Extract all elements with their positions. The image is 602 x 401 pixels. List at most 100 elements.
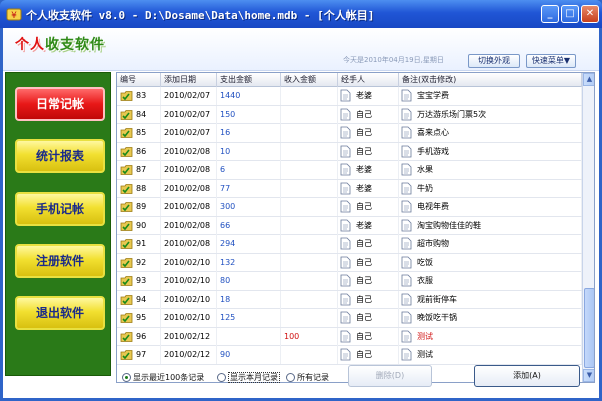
cell-date[interactable]: 2010/02/08 — [161, 179, 217, 198]
col-header-expense[interactable]: 支出金额 — [217, 73, 281, 87]
cell-note[interactable]: 晚饭吃干锅 — [414, 309, 582, 327]
cell-id[interactable]: 86 — [133, 142, 161, 161]
title-bar[interactable]: ¥ 个人收支软件 v8.0 - D:\Dosame\Data\home.mdb … — [0, 0, 602, 28]
cell-note[interactable]: 淘宝购物佳佳的鞋 — [414, 216, 582, 235]
nav-mobile-bookkeeping[interactable]: 手机记帐 — [15, 192, 105, 226]
cell-expense[interactable]: 294 — [217, 235, 281, 253]
cell-expense[interactable] — [217, 327, 281, 346]
cell-date[interactable]: 2010/02/08 — [161, 161, 217, 179]
cell-income[interactable] — [281, 253, 338, 272]
cell-expense[interactable]: 1440 — [217, 87, 281, 105]
cell-date[interactable]: 2010/02/10 — [161, 290, 217, 309]
cell-date[interactable]: 2010/02/08 — [161, 235, 217, 253]
table-row[interactable]: 89 2010/02/08 300 自己 电视年费 — [117, 198, 582, 217]
col-header-income[interactable]: 收入金额 — [281, 73, 338, 87]
cell-handler[interactable]: 自己 — [353, 142, 399, 161]
table-row[interactable]: 90 2010/02/08 66 老婆 淘宝购物佳佳的鞋 — [117, 216, 582, 235]
cell-expense[interactable]: 77 — [217, 179, 281, 198]
col-header-date[interactable]: 添加日期 — [161, 73, 217, 87]
cell-note[interactable]: 宝宝学费 — [414, 87, 582, 105]
scroll-up-arrow-icon[interactable]: ▲ — [583, 73, 594, 86]
cell-note[interactable]: 手机游戏 — [414, 142, 582, 161]
scroll-thumb[interactable] — [584, 288, 594, 368]
table-row[interactable]: 96 2010/02/12 100 自己 测试 — [117, 327, 582, 346]
cell-id[interactable]: 92 — [133, 253, 161, 272]
cell-handler[interactable]: 老婆 — [353, 161, 399, 179]
cell-handler[interactable]: 自己 — [353, 235, 399, 253]
col-header-note[interactable]: 备注(双击修改) — [399, 73, 582, 87]
cell-income[interactable] — [281, 105, 338, 124]
records-grid[interactable]: 编号 添加日期 支出金额 收入金额 经手人 备注(双击修改) 83 2010/02… — [116, 72, 595, 383]
vertical-scrollbar[interactable]: ▲ ▼ — [582, 73, 594, 382]
cell-handler[interactable]: 自己 — [353, 272, 399, 290]
cell-expense[interactable]: 150 — [217, 105, 281, 124]
cell-handler[interactable]: 自己 — [353, 253, 399, 272]
table-row[interactable]: 86 2010/02/08 10 自己 手机游戏 — [117, 142, 582, 161]
cell-expense[interactable]: 18 — [217, 290, 281, 309]
table-row[interactable]: 94 2010/02/10 18 自己 观前街停车 — [117, 290, 582, 309]
col-header-handler[interactable]: 经手人 — [338, 73, 399, 87]
cell-handler[interactable]: 老婆 — [353, 179, 399, 198]
add-button[interactable]: 添加(A) — [474, 365, 580, 387]
cell-note[interactable]: 衣服 — [414, 272, 582, 290]
cell-note[interactable]: 万达游乐场门票5次 — [414, 105, 582, 124]
cell-income[interactable] — [281, 161, 338, 179]
cell-id[interactable]: 91 — [133, 235, 161, 253]
cell-note[interactable]: 测试 — [414, 327, 582, 346]
table-row[interactable]: 95 2010/02/10 125 自己 晚饭吃干锅 — [117, 309, 582, 328]
cell-expense[interactable]: 132 — [217, 253, 281, 272]
radio-dot-selected[interactable] — [122, 373, 131, 382]
cell-note[interactable]: 超市购物 — [414, 235, 582, 253]
cell-income[interactable] — [281, 198, 338, 216]
cell-id[interactable]: 87 — [133, 161, 161, 179]
cell-id[interactable]: 95 — [133, 309, 161, 327]
table-row[interactable]: 88 2010/02/08 77 老婆 牛奶 — [117, 179, 582, 198]
nav-exit-software[interactable]: 退出软件 — [15, 296, 105, 330]
cell-note[interactable]: 观前街停车 — [414, 290, 582, 309]
cell-income[interactable] — [281, 142, 338, 161]
cell-date[interactable]: 2010/02/08 — [161, 198, 217, 216]
cell-expense[interactable]: 300 — [217, 198, 281, 216]
radio-all-records[interactable]: 所有记录 — [286, 372, 329, 383]
cell-income[interactable] — [281, 235, 338, 253]
col-header-id[interactable]: 编号 — [117, 73, 161, 87]
cell-note[interactable]: 喜来点心 — [414, 124, 582, 142]
cell-expense[interactable]: 6 — [217, 161, 281, 179]
cell-note[interactable]: 电视年费 — [414, 198, 582, 216]
close-button[interactable]: ✕ — [581, 5, 599, 23]
cell-income[interactable]: 100 — [281, 327, 338, 346]
quick-menu-button[interactable]: 快速菜单▼ — [526, 54, 576, 68]
cell-date[interactable]: 2010/02/08 — [161, 216, 217, 235]
table-row[interactable]: 83 2010/02/07 1440 老婆 宝宝学费 — [117, 87, 582, 106]
cell-date[interactable]: 2010/02/12 — [161, 327, 217, 346]
cell-handler[interactable]: 自己 — [353, 290, 399, 309]
cell-handler[interactable]: 自己 — [353, 327, 399, 346]
table-row[interactable]: 85 2010/02/07 16 自己 喜来点心 — [117, 124, 582, 143]
cell-expense[interactable]: 125 — [217, 309, 281, 327]
cell-date[interactable]: 2010/02/08 — [161, 142, 217, 161]
cell-id[interactable]: 89 — [133, 198, 161, 216]
radio-dot[interactable] — [286, 373, 295, 382]
cell-income[interactable] — [281, 290, 338, 309]
table-row[interactable]: 91 2010/02/08 294 自己 超市购物 — [117, 235, 582, 254]
table-row[interactable]: 84 2010/02/07 150 自己 万达游乐场门票5次 — [117, 105, 582, 124]
cell-handler[interactable]: 自己 — [353, 124, 399, 142]
cell-note[interactable]: 水果 — [414, 161, 582, 179]
cell-id[interactable]: 85 — [133, 124, 161, 142]
cell-income[interactable] — [281, 309, 338, 327]
table-row[interactable]: 87 2010/02/08 6 老婆 水果 — [117, 161, 582, 180]
cell-date[interactable]: 2010/02/07 — [161, 124, 217, 142]
cell-handler[interactable]: 老婆 — [353, 87, 399, 105]
maximize-button[interactable]: □ — [561, 5, 579, 23]
cell-handler[interactable]: 自己 — [353, 309, 399, 327]
nav-daily-bookkeeping[interactable]: 日常记帐 — [15, 87, 105, 121]
radio-dot[interactable] — [217, 373, 226, 382]
cell-id[interactable]: 84 — [133, 105, 161, 124]
cell-date[interactable]: 2010/02/10 — [161, 253, 217, 272]
radio-this-month[interactable]: 显示本月记录 — [217, 372, 280, 383]
minimize-button[interactable]: _ — [541, 5, 559, 23]
cell-date[interactable]: 2010/02/07 — [161, 105, 217, 124]
cell-id[interactable]: 94 — [133, 290, 161, 309]
cell-id[interactable]: 90 — [133, 216, 161, 235]
cell-income[interactable] — [281, 87, 338, 105]
